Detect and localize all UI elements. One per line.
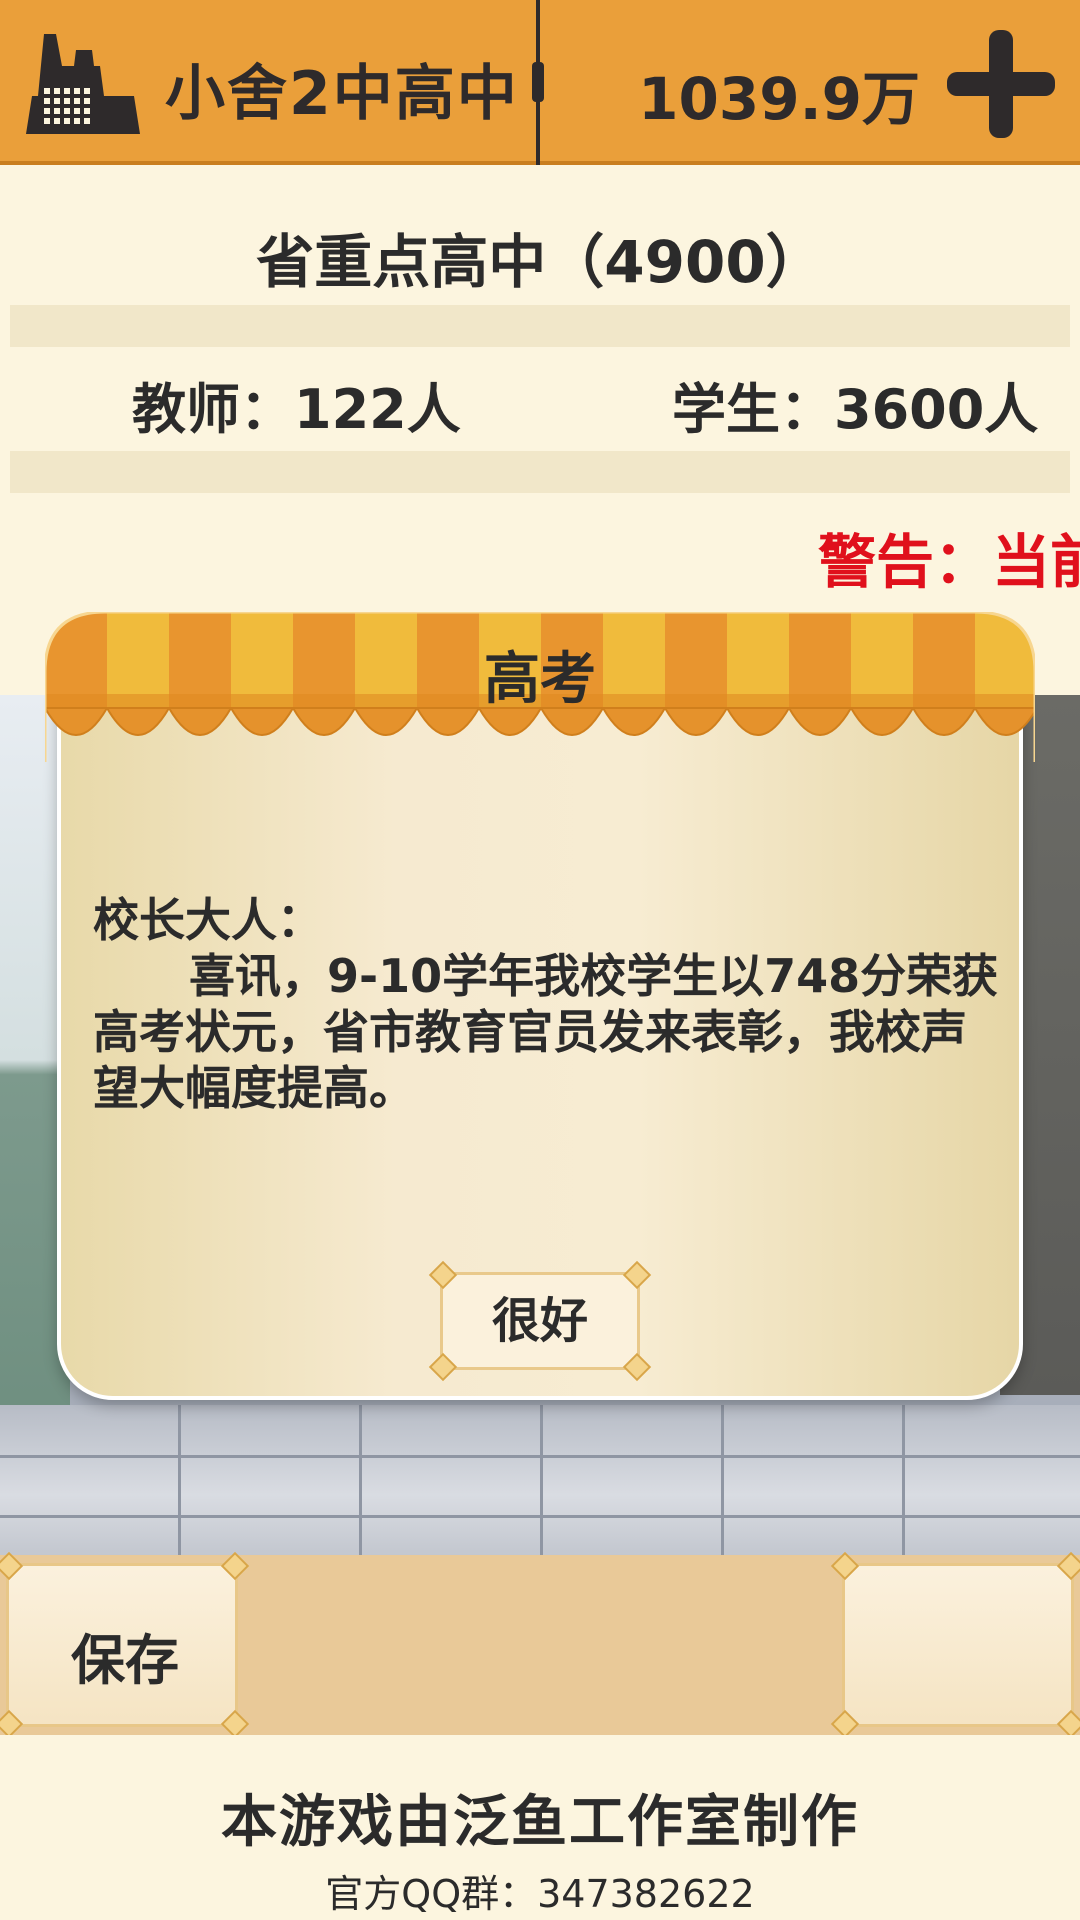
school-building-icon (26, 34, 140, 134)
ok-button-label: 很好 (491, 1293, 588, 1349)
corner-decoration (0, 1551, 24, 1581)
corner-decoration (830, 1709, 860, 1739)
divider-stripe (10, 305, 1070, 347)
ok-button[interactable]: 很好 (428, 1260, 652, 1382)
tile-line (0, 1515, 1080, 1518)
empty-action-button[interactable] (830, 1551, 1080, 1739)
add-money-button[interactable] (945, 28, 1057, 140)
money-display: 1039.9万 (638, 65, 920, 133)
corner-decoration (1056, 1551, 1080, 1581)
dialog-body-text: 喜讯，9-10学年我校学生以748分荣获高考状元，省市教育官员发来表彰，我校声望… (93, 949, 999, 1115)
save-button-label: 保存 (71, 1629, 179, 1692)
corner-decoration (0, 1709, 24, 1739)
dialog-greeting: 校长大人： (93, 893, 323, 947)
corner-decoration (1056, 1709, 1080, 1739)
warning-ticker: 警告：当前 (818, 528, 1080, 596)
corner-decoration (830, 1551, 860, 1581)
school-name[interactable]: 小舍2中高中 (165, 45, 519, 132)
teachers-label: 教师： (132, 378, 294, 441)
qq-group-info: 官方QQ群：347382622 (325, 1872, 755, 1916)
divider-stripe (10, 451, 1070, 493)
bottom-toolbar: 保存 (0, 1551, 1080, 1739)
school-level: 省重点高中（4900） (256, 228, 824, 296)
top-bar: 小舍2中高中 1039.9万 (0, 0, 1080, 165)
tiled-floor (0, 1405, 1080, 1555)
teacher-count: 教师：122人 (132, 365, 461, 444)
footer: 本游戏由泛鱼工作室制作 官方QQ群：347382622 (0, 1735, 1080, 1920)
dialog-title: 高考 (484, 647, 596, 712)
students-value: 3600人 (834, 378, 1039, 441)
gaokao-dialog: 高考 校长大人： 喜讯，9-10学年我校学生以748分荣获高考状元，省市教育官员… (45, 612, 1035, 1402)
studio-credits: 本游戏由泛鱼工作室制作 (221, 1790, 859, 1855)
divider-handle (532, 62, 544, 102)
teachers-value: 122人 (294, 378, 461, 441)
corner-decoration (220, 1709, 250, 1739)
students-label: 学生： (672, 378, 834, 441)
save-button[interactable]: 保存 (0, 1551, 250, 1739)
dialog-message: 校长大人： 喜讯，9-10学年我校学生以748分荣获高考状元，省市教育官员发来表… (93, 892, 1003, 1116)
student-count: 学生：3600人 (672, 365, 1038, 444)
corner-decoration (220, 1551, 250, 1581)
tile-line (0, 1455, 1080, 1458)
